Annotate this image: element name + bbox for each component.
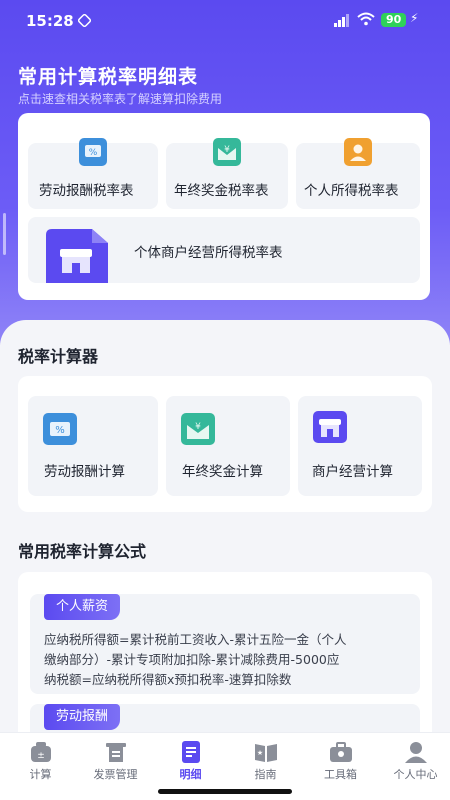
page-title: 常用计算税率明细表 [18, 66, 199, 88]
tab-label: 工具箱 [324, 768, 357, 781]
battery-badge: 90 [381, 13, 407, 27]
rate-table-card: % 劳动报酬税率表 ¥ 年终奖金税率表 个人所得税率表 个体商户经营所得税率表 [18, 113, 430, 300]
home-indicator [158, 789, 292, 794]
rate-table-labor[interactable]: % 劳动报酬税率表 [28, 138, 158, 209]
toolbox-icon [329, 742, 352, 762]
formula-line: 缴纳部分）-累计专项附加扣除-累计减除费用-5000应 [44, 652, 340, 667]
svg-text:★: ★ [256, 749, 262, 757]
calc-label: 劳动报酬计算 [44, 464, 125, 480]
yuan-envelope-icon: ¥ [213, 138, 241, 166]
wifi-icon [357, 12, 375, 26]
user-icon [404, 742, 427, 763]
tab-label: 个人中心 [393, 768, 438, 781]
signal-icon [334, 14, 349, 27]
edge-handle [3, 213, 6, 255]
guide-book-icon: ★ [254, 744, 277, 762]
receipt-percent-icon: % [79, 138, 107, 166]
storefront-icon [46, 229, 108, 283]
page-subtitle: 点击速查相关税率表了解速算扣除费用 [18, 92, 223, 106]
storefront-icon [313, 411, 347, 443]
svg-text:¥: ¥ [224, 145, 230, 155]
tab-label: 明细 [179, 768, 202, 781]
formula-tag: 个人薪资 [44, 594, 121, 620]
tab-guide[interactable]: ★ 指南 [228, 737, 303, 783]
rate-table-label: 劳动报酬税率表 [39, 183, 134, 199]
calculator-card: % 劳动报酬计算 ¥ 年终奖金计算 商户经营计算 [18, 376, 432, 512]
formulas-title: 常用税率计算公式 [18, 542, 147, 561]
svg-text:¥: ¥ [195, 422, 201, 432]
calc-labor-button[interactable]: % 劳动报酬计算 [28, 396, 158, 496]
receipt-percent-icon: % [43, 413, 77, 445]
tab-label: 指南 [254, 768, 277, 781]
screen-rotation-icon [78, 14, 91, 27]
tab-invoices[interactable]: 发票管理 [78, 737, 153, 783]
calc-merchant-button[interactable]: 商户经营计算 [298, 396, 422, 496]
tab-calculate[interactable]: ± 计算 [3, 737, 78, 783]
rate-table-label: 年终奖金税率表 [174, 183, 269, 199]
calculator-icon: ± [30, 742, 51, 762]
rate-table-label: 个体商户经营所得税率表 [134, 245, 283, 261]
calculator-title: 税率计算器 [18, 347, 99, 366]
svg-text:±: ± [37, 751, 45, 761]
status-time: 15:28 [26, 12, 74, 30]
calc-label: 年终奖金计算 [182, 464, 263, 480]
person-badge-icon [344, 138, 372, 166]
formula-salary[interactable]: 个人薪资 应纳税所得额=累计税前工资收入-累计五险一金（个人 缴纳部分）-累计专… [30, 594, 420, 694]
tab-profile[interactable]: 个人中心 [378, 737, 450, 783]
svg-text:%: % [89, 148, 98, 158]
tab-label: 计算 [29, 768, 52, 781]
formula-line: 应纳税所得额=累计税前工资收入-累计五险一金（个人 [44, 632, 347, 647]
invoice-icon [105, 743, 126, 762]
svg-text:%: % [55, 425, 65, 436]
charging-icon: ⚡ [410, 11, 419, 25]
formula-line: 纳税额=应纳税所得额x预扣税率-速算扣除数 [44, 672, 292, 687]
formula-tag: 劳动报酬 [44, 704, 121, 730]
rate-table-label: 个人所得税率表 [304, 183, 399, 199]
status-bar: 15:28 90 ⚡ [0, 0, 450, 40]
formula-card: 个人薪资 应纳税所得额=累计税前工资收入-累计五险一金（个人 缴纳部分）-累计专… [18, 572, 432, 744]
list-detail-icon [181, 741, 200, 763]
calc-label: 商户经营计算 [312, 464, 393, 480]
yuan-envelope-icon: ¥ [181, 413, 215, 445]
rate-table-bonus[interactable]: ¥ 年终奖金税率表 [166, 138, 288, 209]
rate-table-personal[interactable]: 个人所得税率表 [296, 138, 420, 209]
tab-label: 发票管理 [93, 768, 138, 781]
formula-text: 应纳税所得额=累计税前工资收入-累计五险一金（个人 缴纳部分）-累计专项附加扣除… [44, 630, 408, 690]
rate-table-merchant[interactable]: 个体商户经营所得税率表 [28, 217, 420, 283]
tab-toolbox[interactable]: 工具箱 [303, 737, 378, 783]
calc-bonus-button[interactable]: ¥ 年终奖金计算 [166, 396, 290, 496]
tab-details[interactable]: 明细 [153, 737, 228, 783]
